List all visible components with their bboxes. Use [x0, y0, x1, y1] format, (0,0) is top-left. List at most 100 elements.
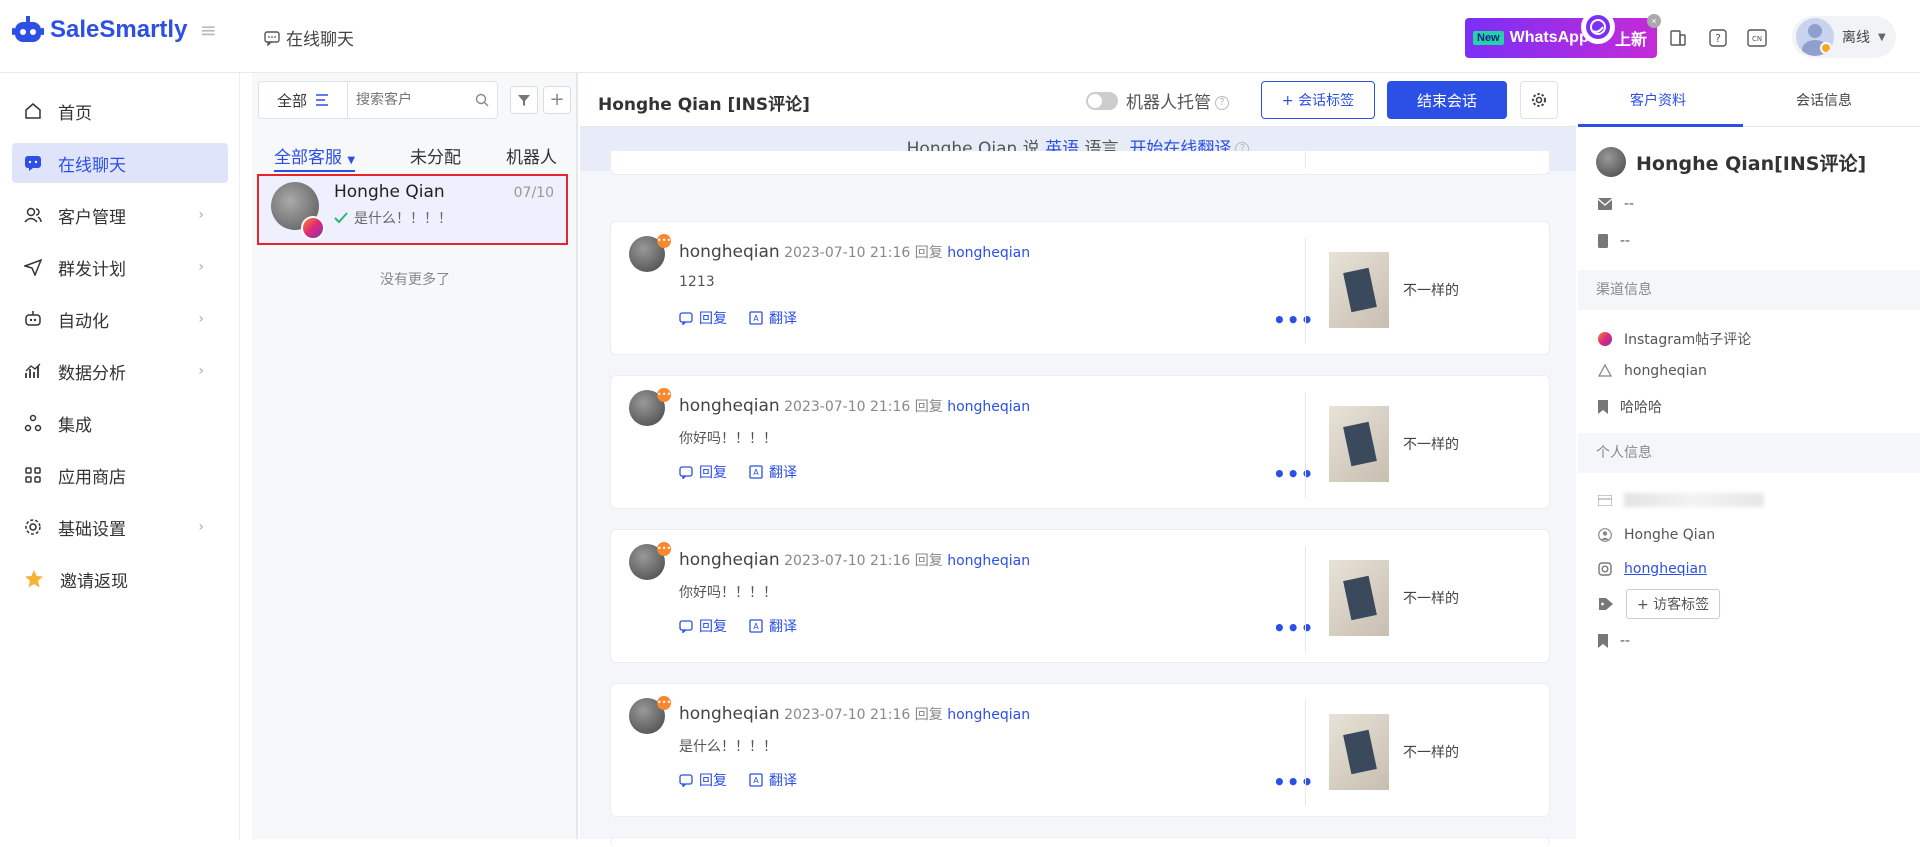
email-row: -- [1598, 196, 1634, 212]
sidebar-item-home[interactable]: 首页 [12, 91, 228, 131]
translate-button[interactable]: A 翻译 [749, 616, 797, 636]
search-input[interactable] [356, 92, 466, 108]
robot-toggle[interactable] [1086, 92, 1118, 110]
display-name-row: Honghe Qian [1598, 527, 1715, 543]
message-text: 是什么！！！！ [679, 739, 777, 755]
instagram-handle-row: hongheqian [1598, 561, 1707, 577]
post-caption: 不一样的 [1403, 437, 1459, 453]
tab-all-agents[interactable]: 全部客服 ▼ [274, 143, 356, 172]
comment-icon: ••• [657, 388, 671, 402]
logo[interactable]: SaleSmartly [12, 16, 187, 44]
collapse-menu-icon[interactable]: ≡ [200, 18, 217, 42]
sidebar-item-referral[interactable]: 邀请返现 [12, 559, 228, 599]
tab-conversation-info[interactable]: 会话信息 [1796, 90, 1852, 110]
card-divider [1305, 151, 1306, 169]
sidebar-item-label: 自动化 [58, 311, 109, 332]
sidebar-item-customers[interactable]: 客户管理 › [12, 195, 228, 235]
reply-button[interactable]: 回复 [679, 308, 727, 328]
conversation-item[interactable]: Honghe Qian 07/10 是什么！！！！ [257, 174, 568, 245]
instagram-handle-link[interactable]: hongheqian [1624, 561, 1707, 577]
phone-value: -- [1620, 233, 1631, 249]
translate-button[interactable]: A 翻译 [749, 308, 797, 328]
comment-icon: ••• [657, 696, 671, 710]
email-value: -- [1624, 196, 1635, 212]
instagram-icon [1598, 332, 1612, 346]
conversation-preview: 是什么！！！！ [334, 208, 452, 228]
post-thumbnail[interactable] [1329, 406, 1389, 482]
reply-button[interactable]: 回复 [679, 462, 727, 482]
more-options-icon[interactable]: ••• [1273, 462, 1314, 486]
reply-to-link[interactable]: hongheqian [947, 245, 1030, 261]
conversation-tag-button[interactable]: + 会话标签 [1261, 81, 1375, 119]
sidebar-item-automation[interactable]: 自动化 › [12, 299, 228, 339]
sidebar-item-app-store[interactable]: 应用商店 [12, 455, 228, 495]
reply-label: 回复 [699, 311, 727, 327]
post-thumbnail[interactable] [1329, 714, 1389, 790]
add-visitor-tag-button[interactable]: + 访客标签 [1626, 589, 1721, 619]
message-actions: 回复 A 翻译 [679, 462, 797, 482]
phone-icon[interactable] [1667, 27, 1689, 49]
avatar [1596, 147, 1626, 177]
card-divider [1305, 700, 1306, 806]
search-icon[interactable] [475, 93, 489, 107]
reply-to-link[interactable]: hongheqian [947, 707, 1030, 723]
whatsapp-new-label: 上新 [1615, 32, 1648, 49]
post-thumbnail[interactable] [1329, 252, 1389, 328]
reply-icon [679, 619, 693, 633]
help-icon[interactable]: ? [1707, 27, 1729, 49]
logo-text: SaleSmartly [50, 16, 188, 43]
tab-unassigned[interactable]: 未分配 [410, 143, 461, 168]
end-conversation-button[interactable]: 结束会话 [1387, 81, 1507, 119]
sidebar-item-settings[interactable]: 基础设置 › [12, 507, 228, 547]
account-icon [1598, 364, 1612, 377]
add-conversation-button[interactable]: + [543, 86, 571, 114]
svg-text:?: ? [1715, 32, 1721, 45]
top-bar: SaleSmartly ≡ 在线聊天 New WhatsApp 上新 × ? C… [0, 0, 1920, 73]
sidebar-item-broadcast[interactable]: 群发计划 › [12, 247, 228, 287]
tab-robot[interactable]: 机器人 [506, 143, 557, 168]
svg-text:A: A [753, 776, 759, 785]
filter-button[interactable] [510, 86, 538, 114]
phone-row: -- [1598, 233, 1630, 249]
tab-customer-profile[interactable]: 客户资料 [1630, 90, 1686, 110]
reply-to-link[interactable]: hongheqian [947, 399, 1030, 415]
robot-label-text: 机器人托管 [1126, 93, 1211, 113]
language-icon[interactable]: CN [1746, 27, 1768, 49]
sidebar-item-label: 群发计划 [58, 259, 126, 280]
help-icon[interactable]: ? [1215, 96, 1229, 110]
user-status-menu[interactable]: 离线 ▼ [1792, 16, 1896, 58]
chat-icon [25, 156, 41, 171]
translate-label: 翻译 [769, 619, 797, 635]
banner-close-icon[interactable]: × [1647, 14, 1661, 28]
message-time: 2023-07-10 21:16 [784, 553, 911, 569]
caret-down-icon: ▼ [347, 155, 356, 166]
plus-icon: + [549, 89, 565, 110]
channel-account-value: hongheqian [1624, 363, 1707, 379]
reply-button[interactable]: 回复 [679, 616, 727, 636]
reply-label: 回复 [914, 707, 943, 723]
reply-button[interactable]: 回复 [679, 770, 727, 790]
message-meta: hongheqian 2023-07-10 21:16 回复 hongheqia… [679, 550, 1030, 570]
translate-button[interactable]: A 翻译 [749, 462, 797, 482]
sidebar-item-label: 邀请返现 [60, 571, 128, 592]
more-options-icon[interactable]: ••• [1273, 616, 1314, 640]
id-row [1598, 493, 1764, 507]
chat-settings-button[interactable] [1520, 81, 1558, 119]
sidebar-item-label: 基础设置 [58, 519, 126, 540]
page-tab[interactable]: 在线聊天 [264, 25, 354, 50]
post-thumbnail[interactable] [1329, 560, 1389, 636]
translate-button[interactable]: A 翻译 [749, 770, 797, 790]
card-divider [1305, 238, 1306, 344]
sidebar-item-chat[interactable]: 在线聊天 [12, 143, 228, 183]
sidebar-item-integration[interactable]: 集成 [12, 403, 228, 443]
reply-label: 回复 [914, 553, 943, 569]
sidebar-item-analytics[interactable]: 数据分析 › [12, 351, 228, 391]
translate-label: 翻译 [769, 773, 797, 789]
sidebar-item-label: 应用商店 [58, 467, 126, 488]
whatsapp-banner[interactable]: New WhatsApp 上新 × [1465, 10, 1661, 58]
all-filter-button[interactable]: 全部 [258, 81, 348, 119]
chat-header: Honghe Qian [INS评论] 机器人托管? + 会话标签 结束会话 [580, 73, 1576, 127]
reply-to-link[interactable]: hongheqian [947, 553, 1030, 569]
more-options-icon[interactable]: ••• [1273, 308, 1314, 332]
more-options-icon[interactable]: ••• [1273, 770, 1314, 794]
